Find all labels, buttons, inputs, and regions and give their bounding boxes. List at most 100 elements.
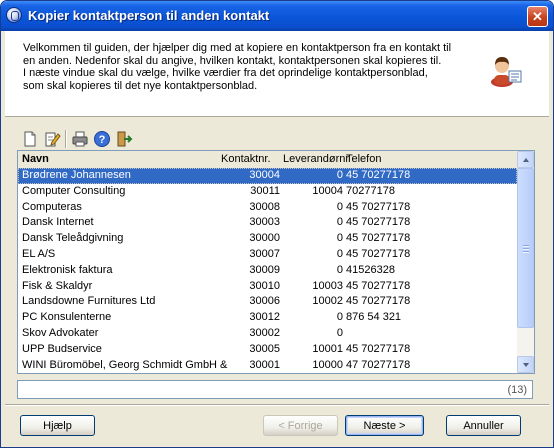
cell-phone: 45 70277178 xyxy=(346,200,411,213)
cell-contact-nr: 30005 xyxy=(249,342,280,355)
status-bar: (13) xyxy=(17,380,533,399)
cell-supplier-nr: 10001 xyxy=(312,342,343,355)
cell-contact-nr: 30008 xyxy=(249,200,280,213)
cell-name: Elektronisk faktura xyxy=(22,263,113,276)
cell-contact-nr: 30011 xyxy=(250,184,280,197)
scroll-thumb[interactable] xyxy=(517,168,534,328)
cell-contact-nr: 30003 xyxy=(249,216,280,229)
next-button-label: Næste > xyxy=(363,420,406,432)
list-row[interactable]: Computeras 30008 0 45 70277178 xyxy=(18,200,517,216)
print-icon[interactable] xyxy=(71,130,89,148)
exit-icon[interactable] xyxy=(115,130,133,148)
cell-supplier-nr: 0 xyxy=(336,200,343,213)
cell-supplier-nr: 10002 xyxy=(312,295,343,308)
cell-phone: 47 70277178 xyxy=(346,358,411,371)
list-row[interactable]: Landsdowne Furnitures Ltd 30006 10002 45 70… xyxy=(18,294,517,310)
footer-divider xyxy=(5,404,549,406)
column-header-name[interactable]: Navn xyxy=(22,153,49,165)
help-icon[interactable]: ? xyxy=(93,130,111,148)
cell-phone: 41526328 xyxy=(346,263,395,276)
cell-phone: 45 70277178 xyxy=(346,342,411,355)
cell-phone: 45 70277178 xyxy=(346,216,411,229)
app-icon xyxy=(6,7,22,23)
cell-supplier-nr: 10003 xyxy=(312,279,343,292)
cell-name: Skov Advokater xyxy=(22,326,99,339)
list-row[interactable]: Dansk Internet 30003 0 45 70277178 xyxy=(18,215,517,231)
previous-button-label: < Forrige xyxy=(278,420,323,432)
scroll-up-arrow-icon xyxy=(523,158,529,162)
cell-name: Dansk Internet xyxy=(22,216,94,229)
toolbar: ? xyxy=(17,128,137,150)
cell-contact-nr: 30009 xyxy=(249,263,280,276)
scroll-down-arrow-icon xyxy=(523,363,529,367)
cell-name: Computer Consulting xyxy=(22,184,126,197)
cell-supplier-nr: 10004 xyxy=(312,184,343,197)
intro-text: Velkommen til guiden, der hjælper dig me… xyxy=(23,42,452,92)
cell-name: PC Konsulenterne xyxy=(22,311,112,324)
cell-contact-nr: 30004 xyxy=(249,169,280,181)
scroll-down-button[interactable] xyxy=(517,356,534,373)
list-rows: Brødrene Johannesen 30004 0 45 70277178 Comp… xyxy=(18,168,517,373)
cell-phone: 45 70277178 xyxy=(346,232,411,245)
close-button[interactable]: ✕ xyxy=(527,6,548,27)
edit-icon[interactable] xyxy=(43,130,61,148)
help-button[interactable]: Hjælp xyxy=(20,415,95,436)
list-row[interactable]: Dansk Teleådgivning 30000 0 45 70277178 xyxy=(18,231,517,247)
scroll-up-button[interactable] xyxy=(517,151,534,168)
cell-supplier-nr: 0 xyxy=(336,232,343,245)
list-header: Navn Kontaktnr. Leverandørnr Telefon xyxy=(18,151,517,169)
record-count: (13) xyxy=(507,384,527,396)
list-row[interactable]: EL A/S 30007 0 45 70277178 xyxy=(18,247,517,263)
dialog-content: Velkommen til guiden, der hjælper dig me… xyxy=(5,31,549,445)
previous-button[interactable]: < Forrige xyxy=(263,415,338,436)
cell-phone: 45 70277178 xyxy=(346,247,411,260)
cell-name: UPP Budservice xyxy=(22,342,102,355)
cell-name: Computeras xyxy=(22,200,82,213)
thumb-grip xyxy=(523,248,529,250)
cancel-button[interactable]: Annuller xyxy=(446,415,521,436)
cell-phone: 45 70277178 xyxy=(346,295,411,308)
cell-phone: 45 70277178 xyxy=(346,169,411,181)
cell-supplier-nr: 0 xyxy=(336,263,343,276)
cell-supplier-nr: 0 xyxy=(336,216,343,229)
column-header-phone[interactable]: Telefon xyxy=(346,153,381,165)
contact-list[interactable]: Navn Kontaktnr. Leverandørnr Telefon Brø… xyxy=(17,150,535,374)
thumb-grip xyxy=(523,251,529,253)
cell-name: EL A/S xyxy=(22,247,56,260)
window-title: Kopier kontaktperson til anden kontakt xyxy=(28,8,270,23)
cell-contact-nr: 30010 xyxy=(249,279,280,292)
list-row[interactable]: Elektronisk faktura 30009 0 41526328 xyxy=(18,263,517,279)
vertical-scrollbar[interactable] xyxy=(517,151,534,373)
list-row[interactable]: Fisk & Skaldyr 30010 10003 45 70277178 xyxy=(18,279,517,295)
cell-phone: 70277178 xyxy=(346,184,395,197)
cell-phone: 45 70277178 xyxy=(346,279,411,292)
column-header-supplier-nr[interactable]: Leverandørnr xyxy=(283,153,349,165)
list-row[interactable]: WINI Büromöbel, Georg Schmidt GmbH & 3000… xyxy=(18,358,517,373)
title-bar[interactable]: Kopier kontaktperson til anden kontakt ✕ xyxy=(1,1,553,31)
cell-contact-nr: 30001 xyxy=(249,358,280,371)
cancel-button-label: Annuller xyxy=(463,420,504,432)
list-row[interactable]: Brødrene Johannesen 30004 0 45 70277178 xyxy=(18,168,517,184)
cell-supplier-nr: 10000 xyxy=(312,358,343,371)
cell-name: Landsdowne Furnitures Ltd xyxy=(22,295,156,308)
next-button[interactable]: Næste > xyxy=(345,415,424,436)
cell-contact-nr: 30012 xyxy=(249,311,280,324)
cell-name: WINI Büromöbel, Georg Schmidt GmbH & xyxy=(22,358,228,371)
list-row[interactable]: Skov Advokater 30002 0 xyxy=(18,326,517,342)
column-header-contact-nr[interactable]: Kontaktnr. xyxy=(221,153,271,165)
new-document-icon[interactable] xyxy=(21,130,39,148)
cell-supplier-nr: 0 xyxy=(336,326,343,339)
toolbar-separator xyxy=(65,130,67,148)
dialog-window: Kopier kontaktperson til anden kontakt ✕… xyxy=(0,0,554,448)
list-row[interactable]: PC Konsulenterne 30012 0 876 54 321 xyxy=(18,310,517,326)
wizard-header: Velkommen til guiden, der hjælper dig me… xyxy=(5,31,549,117)
cell-name: Dansk Teleådgivning xyxy=(22,232,124,245)
contact-person-icon xyxy=(491,57,522,87)
cell-contact-nr: 30000 xyxy=(249,232,280,245)
cell-phone: 876 54 321 xyxy=(346,311,402,324)
cell-contact-nr: 30006 xyxy=(249,295,280,308)
cell-contact-nr: 30007 xyxy=(249,247,280,260)
svg-text:?: ? xyxy=(99,134,106,146)
list-row[interactable]: Computer Consulting 30011 10004 70277178 xyxy=(18,184,517,200)
list-row[interactable]: UPP Budservice 30005 10001 45 70277178 xyxy=(18,342,517,358)
